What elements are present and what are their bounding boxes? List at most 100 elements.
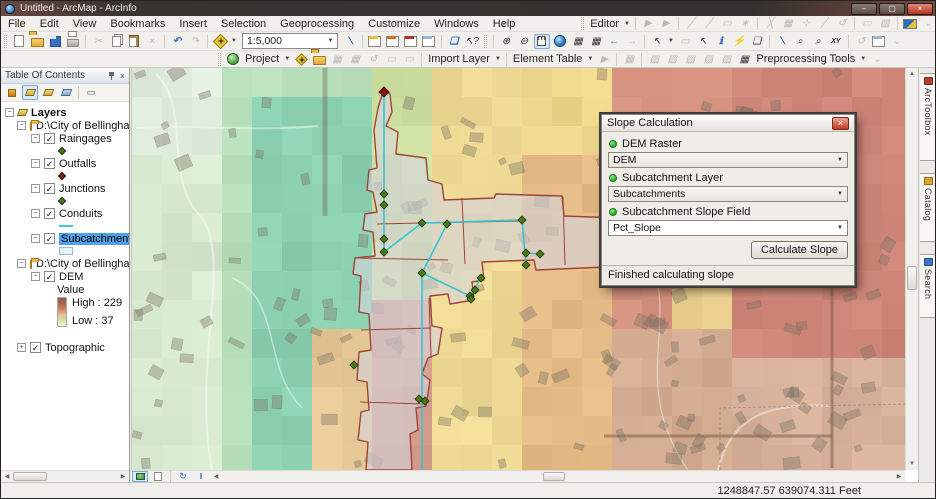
time-slider-icon[interactable]: ↺ xyxy=(853,34,869,49)
export-project-icon[interactable]: ▭ xyxy=(383,52,399,67)
map-canvas[interactable]: Slope Calculation × DEM Raster DEM ▼ Subcat… xyxy=(131,68,905,470)
project-globe-icon[interactable] xyxy=(225,52,241,67)
minimize-button[interactable]: – xyxy=(851,2,877,15)
scroll-right-icon[interactable]: ▶ xyxy=(117,471,129,483)
delete-icon[interactable]: × xyxy=(144,34,160,49)
fixed-zoom-in-icon[interactable]: ▦ xyxy=(570,34,586,49)
editor-menu[interactable]: Editor xyxy=(587,18,622,30)
statistics-plot-icon[interactable]: ▨ xyxy=(700,52,716,67)
layer-label[interactable]: Layers xyxy=(31,107,66,119)
expander-icon[interactable]: − xyxy=(31,272,40,281)
toc-scroll-thumb[interactable] xyxy=(13,472,47,481)
expander-icon[interactable]: − xyxy=(31,134,40,143)
expander-icon[interactable]: − xyxy=(5,108,14,117)
menu-customize[interactable]: Customize xyxy=(361,17,427,31)
run-simulation-icon[interactable]: ▶ xyxy=(596,52,612,67)
search-window-icon[interactable] xyxy=(403,34,419,49)
side-tab-search[interactable]: Search xyxy=(920,254,935,318)
layer-symbol-diamond-green[interactable] xyxy=(57,196,67,206)
expander-icon[interactable]: − xyxy=(17,259,26,268)
save-icon[interactable] xyxy=(47,34,63,49)
edit-tool-icon[interactable]: ▶ xyxy=(640,16,656,31)
open-project-icon[interactable] xyxy=(311,52,327,67)
cut-icon[interactable]: ✂ xyxy=(90,34,106,49)
toolbar-grip[interactable] xyxy=(581,17,585,30)
layer-label[interactable]: Subcatchments xyxy=(59,232,129,245)
list-by-selection-icon[interactable] xyxy=(58,85,74,100)
toolbar-overflow-icon[interactable]: ⌄ xyxy=(889,34,905,49)
whats-this-icon[interactable]: ↖? xyxy=(464,34,480,49)
import-layer-caret-icon[interactable]: ▼ xyxy=(493,56,503,62)
scroll-left-icon[interactable]: ◀ xyxy=(1,471,13,483)
open-icon[interactable] xyxy=(29,34,45,49)
undo-icon[interactable]: ↶ xyxy=(169,34,185,49)
layer-label[interactable]: Outfalls xyxy=(59,158,96,170)
forward-extent-icon[interactable]: → xyxy=(624,34,640,49)
expander-icon[interactable]: − xyxy=(31,159,40,168)
print-icon[interactable] xyxy=(65,34,81,49)
project-caret-icon[interactable]: ▼ xyxy=(282,56,292,62)
dialog-title-bar[interactable]: Slope Calculation × xyxy=(602,115,854,132)
back-extent-icon[interactable]: ← xyxy=(606,34,622,49)
side-tab-arctoolbox[interactable]: ArcToolbox xyxy=(920,73,935,161)
list-by-visibility-icon[interactable] xyxy=(40,85,56,100)
sketch-properties-icon[interactable]: ▨ xyxy=(877,16,893,31)
arctoolbox-window-icon[interactable]: ❑ xyxy=(446,34,462,49)
scroll-up-icon[interactable]: ▲ xyxy=(906,68,918,80)
reshape-feature-icon[interactable]: ▦ xyxy=(780,16,796,31)
calculate-slope-button[interactable]: Calculate Slope xyxy=(750,241,848,259)
attributes-icon[interactable]: ▭ xyxy=(859,16,875,31)
go-to-xy-icon[interactable]: XY xyxy=(828,34,844,49)
layer-visibility-checkbox[interactable]: ✓ xyxy=(30,342,41,353)
layer-visibility-checkbox[interactable]: ✓ xyxy=(44,208,55,219)
catalog-window-icon[interactable] xyxy=(385,34,401,49)
find-icon[interactable]: ⌕ xyxy=(792,34,808,49)
menu-file[interactable]: File xyxy=(1,17,33,31)
list-by-drawing-order-icon[interactable] xyxy=(4,85,20,100)
toc-close-icon[interactable]: × xyxy=(120,71,125,81)
menu-edit[interactable]: Edit xyxy=(33,17,66,31)
expander-icon[interactable]: − xyxy=(17,121,26,130)
layer-item-d-city-of-bellingham-v[interactable]: − D:\City of Bellingham_V xyxy=(1,257,129,270)
layer-label[interactable]: Junctions xyxy=(59,183,105,195)
editor-tracking-icon[interactable] xyxy=(902,16,918,31)
refresh-view-icon[interactable]: ↻ xyxy=(175,471,191,482)
side-tab-catalog[interactable]: Catalog xyxy=(920,173,935,243)
scale-caret-icon[interactable]: ▼ xyxy=(324,38,337,44)
endpoint-arc-icon[interactable]: ╱ xyxy=(701,16,717,31)
summary-plot-icon[interactable]: ▨ xyxy=(718,52,734,67)
map-vscroll-thumb[interactable] xyxy=(907,266,917,290)
toolbar-overflow-icon[interactable]: ⌄ xyxy=(869,52,885,67)
measure-icon[interactable]: ⟍ xyxy=(774,34,790,49)
toolbar-grip[interactable] xyxy=(4,34,7,48)
construction-tools-icon[interactable]: ▭ xyxy=(719,16,735,31)
expander-icon[interactable]: − xyxy=(31,184,40,193)
map-horizontal-scrollbar[interactable]: ↻ ‖ ◀ ▶ xyxy=(131,470,905,483)
new-map-icon[interactable] xyxy=(11,34,27,49)
viewer-window-icon[interactable] xyxy=(421,34,437,49)
results-table-icon[interactable]: ▦ xyxy=(736,52,752,67)
combobox-caret-icon[interactable]: ▼ xyxy=(833,157,847,163)
add-data-icon[interactable] xyxy=(212,33,228,49)
combobox-dem-raster[interactable]: DEM ▼ xyxy=(608,152,848,168)
scroll-right-icon[interactable]: ▶ xyxy=(893,471,905,483)
combobox-subcatchment-slope-field[interactable]: Pct_Slope ▼ xyxy=(608,220,848,236)
layer-visibility-checkbox[interactable]: ✓ xyxy=(44,158,55,169)
split-tool-icon[interactable]: ╱ xyxy=(816,16,832,31)
layer-label[interactable]: Conduits xyxy=(59,208,102,220)
find-route-icon[interactable]: ⌕ xyxy=(810,34,826,49)
menu-geoprocessing[interactable]: Geoprocessing xyxy=(273,17,361,31)
add-data-caret-icon[interactable]: ▼ xyxy=(229,38,239,44)
combobox-subcatchment-layer[interactable]: Subcatchments ▼ xyxy=(608,186,848,202)
new-project-icon[interactable] xyxy=(293,52,309,67)
copy-icon[interactable] xyxy=(108,34,124,49)
expander-icon[interactable]: − xyxy=(31,234,40,243)
layer-visibility-checkbox[interactable]: ✓ xyxy=(44,133,55,144)
redo-icon[interactable]: ↷ xyxy=(187,34,203,49)
layer-item-subcatchments[interactable]: −✓ Subcatchments xyxy=(1,232,129,245)
html-popup-icon[interactable]: ❑ xyxy=(749,34,765,49)
editor-caret-icon[interactable]: ▼ xyxy=(622,21,632,27)
fixed-zoom-out-icon[interactable]: ▦ xyxy=(588,34,604,49)
layer-item-topographic[interactable]: + ✓ Topographic xyxy=(1,341,129,354)
cut-polygons-icon[interactable]: ╳ xyxy=(762,16,778,31)
